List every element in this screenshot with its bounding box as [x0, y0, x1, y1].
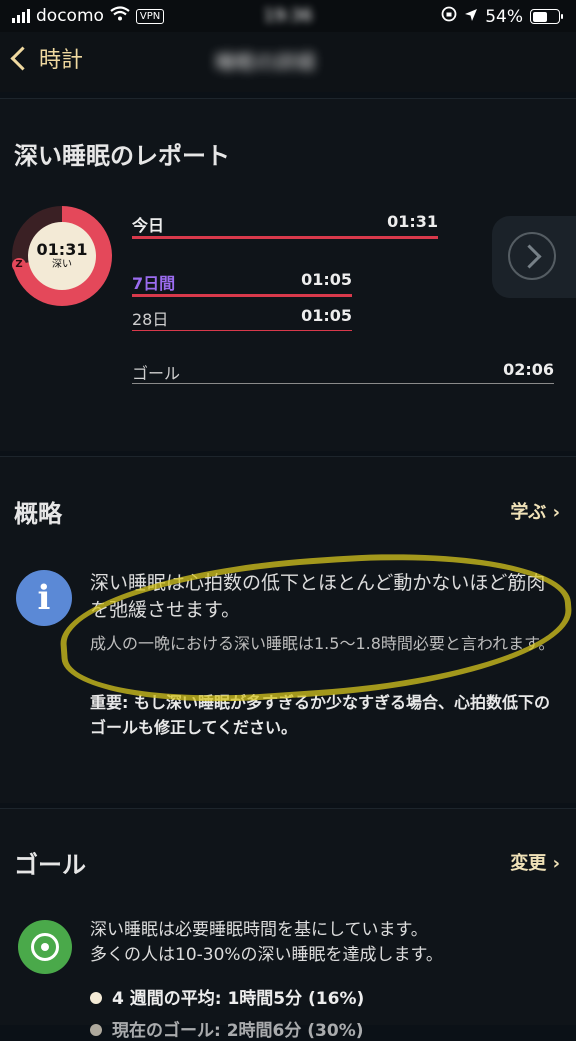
rotation-lock-icon [441, 6, 457, 27]
today-value: 01:31 [387, 212, 438, 231]
status-right: 54% [441, 6, 563, 27]
goal-line [132, 383, 554, 384]
goal-value: 02:06 [503, 360, 554, 379]
week-value: 01:05 [301, 270, 352, 289]
target-dot [41, 943, 49, 951]
carrier-label: docomo [36, 6, 104, 26]
bullet-dot [90, 1024, 102, 1036]
next-button[interactable] [492, 216, 576, 298]
bullet-dot [90, 992, 102, 1004]
wifi-icon [110, 6, 130, 26]
week-bar [132, 294, 352, 297]
location-icon [464, 7, 478, 27]
signal-icon [12, 9, 30, 23]
ring-time: 01:31 [36, 240, 88, 259]
goal-bullet-average-text: 4 週間の平均: 1時間5分 (16%) [112, 989, 365, 1009]
month-value: 01:05 [301, 306, 352, 325]
goal-row: ゴール 02:06 [132, 360, 554, 384]
learn-link[interactable]: 学ぶ › [510, 498, 560, 524]
status-left: docomo VPN [12, 6, 165, 26]
nav-title: 睡眠の詳細 [215, 50, 315, 74]
overview-text-main: 深い睡眠は心拍数の低下とほとんど動かないほど筋肉を弛緩させます。 [90, 572, 546, 621]
goal-section-title: ゴール [14, 851, 86, 879]
goal-bullet-current: 現在のゴール: 2時間6分 (30%) [90, 1016, 364, 1041]
today-label: 今日 [132, 216, 165, 235]
week-label: 7日間 [132, 274, 176, 293]
overview-title: 概略 [14, 500, 62, 528]
overview-text-important: 重要: もし深い睡眠が多すぎるか少なすぎる場合、心拍数低下のゴールも修正してくだ… [90, 693, 550, 737]
week-row: 7日間 01:05 [132, 270, 352, 294]
status-time: 19:36 [263, 6, 313, 26]
ring-label: 深い [52, 259, 72, 270]
deep-sleep-ring: 01:31 深い [12, 206, 112, 306]
goal-bullet-average: 4 週間の平均: 1時間5分 (16%) [90, 984, 364, 1009]
ring-center: 01:31 深い [28, 222, 96, 290]
chevron-left-icon [10, 45, 35, 71]
battery-percent: 54% [485, 6, 523, 27]
info-icon: i [16, 570, 72, 626]
battery-icon [530, 9, 563, 24]
goal-text-line1: 深い睡眠は必要睡眠時間を基にしています。 [90, 920, 428, 940]
back-label: 時計 [39, 48, 84, 73]
vpn-badge: VPN [135, 8, 165, 24]
back-button[interactable]: 時計 [10, 42, 84, 74]
month-label: 28日 [132, 310, 169, 329]
goal-label: ゴール [132, 364, 181, 383]
today-bar [132, 236, 438, 239]
goal-text: 深い睡眠は必要睡眠時間を基にしています。 多くの人は10-30%の深い睡眠を達成… [90, 918, 560, 968]
today-row: 今日 01:31 [132, 212, 438, 236]
status-bar: docomo VPN 19:36 54% [0, 0, 576, 32]
next-circle [508, 232, 556, 280]
overview-text-secondary: 成人の一晩における深い睡眠は1.5〜1.8時間必要と言われます。 [90, 634, 555, 653]
report-title: 深い睡眠のレポート [14, 142, 230, 170]
goal-text-line2: 多くの人は10-30%の深い睡眠を達成します。 [90, 945, 443, 965]
month-bar [132, 330, 352, 331]
goal-bullet-current-text: 現在のゴール: 2時間6分 (30%) [112, 1021, 364, 1041]
overview-card [0, 456, 576, 803]
sleep-z-icon: Z [12, 258, 26, 272]
change-link[interactable]: 変更 › [510, 849, 560, 875]
nav-bar: 時計 睡眠の詳細 [0, 32, 576, 92]
chevron-right-icon [517, 244, 542, 269]
target-icon [18, 920, 72, 974]
month-row: 28日 01:05 [132, 306, 352, 330]
